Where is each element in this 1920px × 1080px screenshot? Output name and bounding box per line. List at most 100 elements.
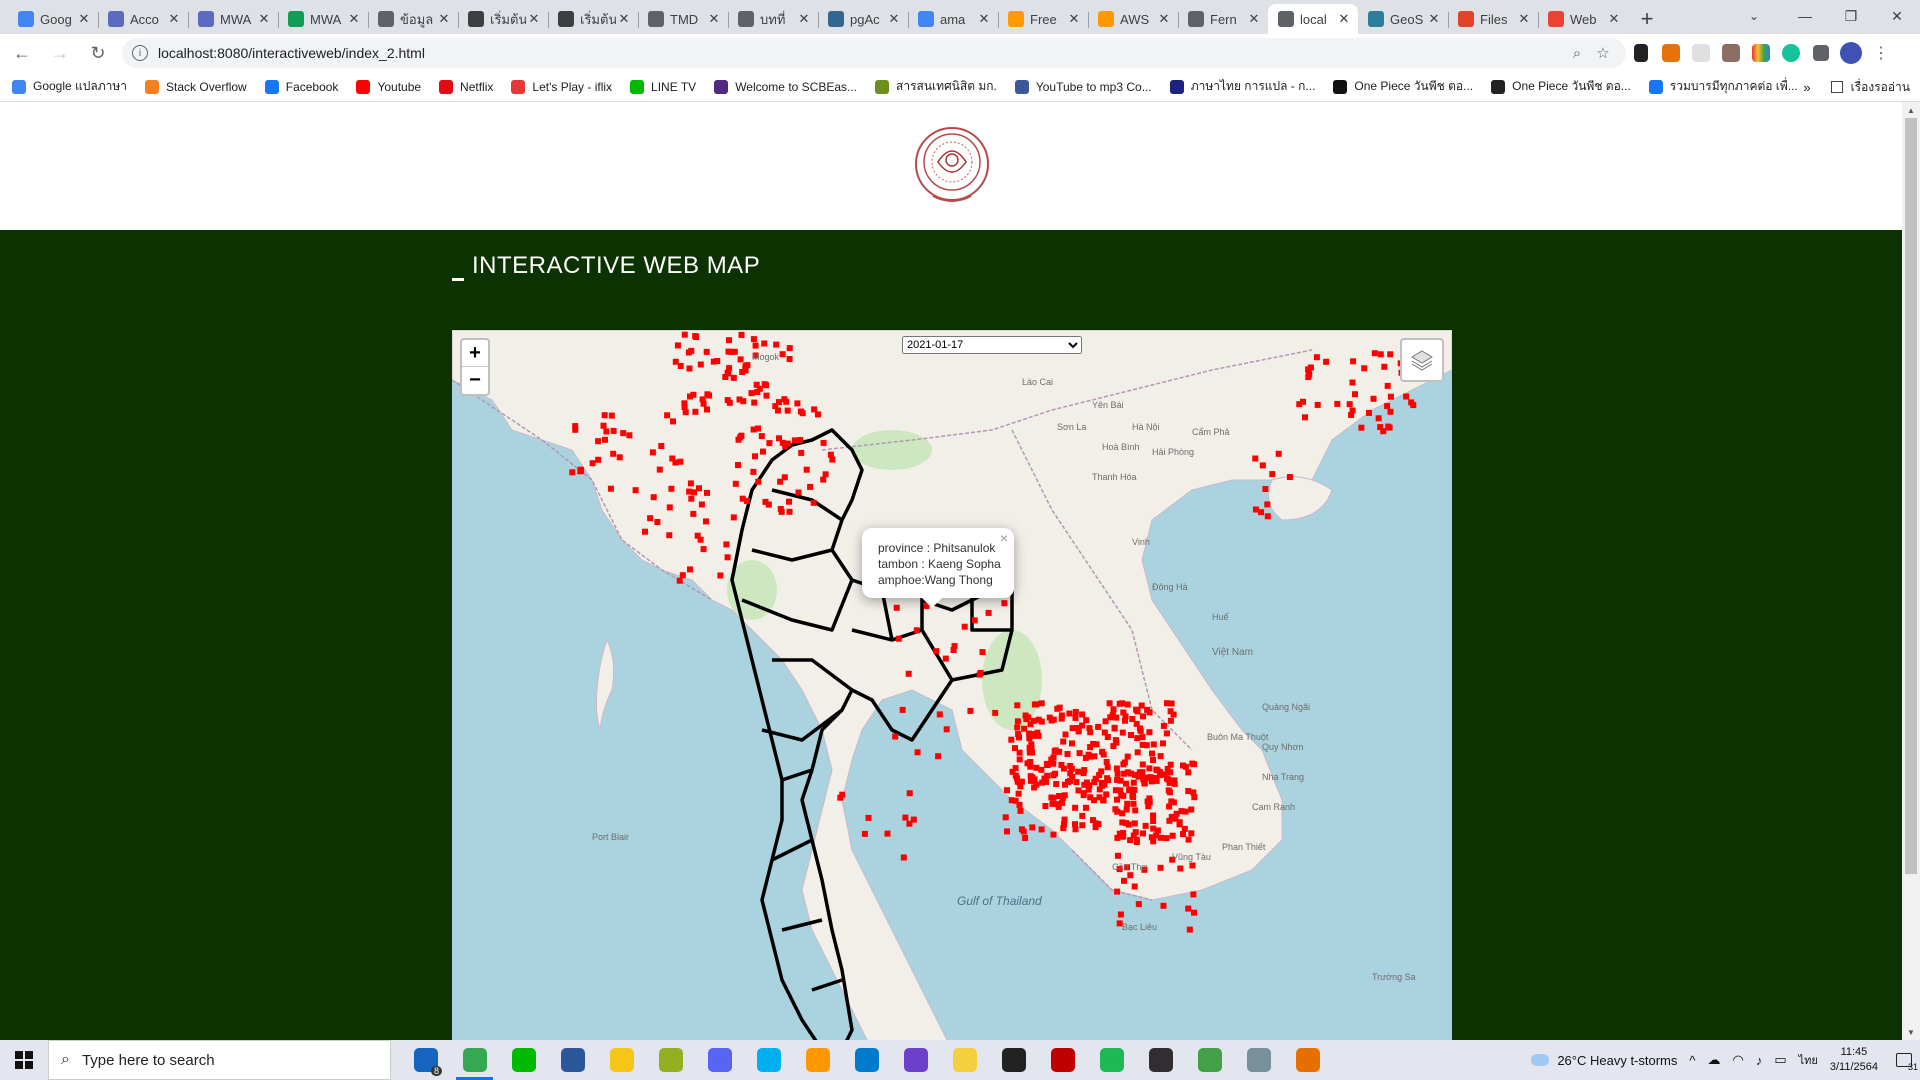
hotspot-marker[interactable] [601, 412, 608, 419]
hotspot-marker[interactable] [1079, 812, 1086, 819]
hotspot-marker[interactable] [1111, 725, 1118, 732]
hotspot-marker[interactable] [740, 398, 747, 405]
hotspot-marker[interactable] [670, 418, 676, 425]
hotspot-marker[interactable] [1135, 901, 1142, 908]
close-tab-icon[interactable]: ✕ [166, 11, 182, 27]
hotspot-marker[interactable] [608, 412, 615, 419]
hotspot-marker[interactable] [1361, 365, 1368, 372]
bookmark-item[interactable]: สารสนเทศนิสิต มก. [875, 77, 997, 96]
hotspot-marker[interactable] [902, 814, 909, 821]
hotspot-marker[interactable] [1190, 891, 1197, 898]
hotspot-marker[interactable] [1113, 739, 1120, 746]
hotspot-marker[interactable] [906, 820, 913, 827]
bookmark-star-icon[interactable]: ☆ [1590, 44, 1616, 62]
bookmark-item[interactable]: ภาษาไทย การแปล - ก... [1169, 77, 1315, 96]
hotspot-marker[interactable] [1167, 717, 1174, 724]
hotspot-marker[interactable] [1137, 727, 1144, 734]
close-tab-icon[interactable]: ✕ [1336, 11, 1352, 27]
hotspot-marker[interactable] [1104, 764, 1111, 771]
hotspot-marker[interactable] [1185, 905, 1192, 912]
hotspot-marker[interactable] [626, 432, 633, 439]
bookmark-item[interactable]: YouTube to mp3 Co... [1014, 79, 1152, 94]
close-tab-icon[interactable]: ✕ [1246, 11, 1262, 27]
hotspot-marker[interactable] [1114, 796, 1120, 803]
hotspot-marker[interactable] [610, 450, 617, 457]
hotspot-marker[interactable] [717, 572, 724, 579]
hotspot-marker[interactable] [1169, 832, 1176, 839]
hotspot-marker[interactable] [1080, 792, 1087, 799]
browser-tab[interactable]: เริ่มต้น ✕ [548, 4, 638, 34]
hotspot-marker[interactable] [1161, 771, 1168, 778]
hotspot-marker[interactable] [1165, 776, 1172, 783]
hotspot-marker[interactable] [694, 532, 701, 539]
page-scrollbar[interactable]: ▲ ▼ [1902, 102, 1920, 1040]
hotspot-marker[interactable] [656, 466, 663, 473]
hotspot-marker[interactable] [1002, 814, 1009, 821]
hotspot-marker[interactable] [1182, 808, 1189, 815]
close-tab-icon[interactable]: ✕ [1516, 11, 1532, 27]
close-tab-icon[interactable]: ✕ [706, 11, 722, 27]
url-text[interactable]: localhost:8080/interactiveweb/index_2.ht… [158, 45, 1564, 61]
bookmark-item[interactable]: Let's Play - iflix [511, 79, 612, 94]
bookmark-item[interactable]: Stack Overflow [145, 79, 247, 94]
hotspot-marker[interactable] [1130, 779, 1137, 786]
hotspot-marker[interactable] [1080, 770, 1087, 777]
hotspot-marker[interactable] [610, 427, 617, 434]
hotspot-marker[interactable] [1016, 801, 1023, 808]
chrome-app-icon[interactable] [450, 1040, 499, 1080]
browser-tab[interactable]: GeoS ✕ [1358, 4, 1448, 34]
hotspot-marker[interactable] [807, 483, 814, 490]
hotspot-marker[interactable] [595, 456, 602, 463]
hotspot-marker[interactable] [1090, 741, 1097, 747]
browser-tab[interactable]: Fern ✕ [1178, 4, 1268, 34]
hotspot-marker[interactable] [1166, 789, 1173, 796]
hotspot-marker[interactable] [1001, 600, 1008, 607]
hotspot-marker[interactable] [1410, 402, 1417, 409]
hotspot-marker[interactable] [1038, 700, 1045, 707]
notepad-app-icon[interactable] [1234, 1040, 1283, 1080]
hotspot-marker[interactable] [1061, 792, 1068, 799]
hotspot-marker[interactable] [1064, 751, 1071, 757]
hotspot-marker[interactable] [616, 454, 623, 461]
close-tab-icon[interactable]: ✕ [526, 11, 542, 27]
hotspot-marker[interactable] [1134, 749, 1141, 756]
hotspot-marker[interactable] [1020, 828, 1027, 835]
hotspot-marker[interactable] [776, 435, 782, 442]
hotspot-marker[interactable] [677, 458, 684, 465]
language-indicator[interactable]: ไทย [1799, 1051, 1818, 1069]
hotspot-marker[interactable] [1104, 775, 1111, 782]
hotspot-marker[interactable] [1096, 786, 1103, 793]
hotspot-marker[interactable] [704, 406, 710, 413]
browser-tab[interactable]: local ✕ [1268, 4, 1358, 34]
hotspot-marker[interactable] [726, 365, 733, 372]
forward-arrow-icon[interactable]: → [44, 37, 76, 69]
hotspot-marker[interactable] [1150, 741, 1157, 748]
sublime-app-icon[interactable] [793, 1040, 842, 1080]
close-tab-icon[interactable]: ✕ [616, 11, 632, 27]
browser-tab[interactable]: MWA ✕ [278, 4, 368, 34]
hotspot-marker[interactable] [1041, 775, 1048, 782]
hotspot-marker[interactable] [698, 501, 705, 508]
clock[interactable]: 11:45 3/11/2564 [1830, 1045, 1878, 1075]
zoom-out-button[interactable]: − [462, 367, 488, 394]
scroll-up-arrow-icon[interactable]: ▲ [1902, 102, 1920, 118]
hotspot-marker[interactable] [1117, 777, 1124, 784]
hotspot-marker[interactable] [1095, 821, 1102, 828]
popup-close-button[interactable]: × [1000, 530, 1008, 546]
hotspot-marker[interactable] [1100, 797, 1107, 804]
hotspot-marker[interactable] [1166, 817, 1173, 824]
hotspot-marker[interactable] [1168, 700, 1175, 707]
spotify-app-icon[interactable] [1087, 1040, 1136, 1080]
reading-list-icon[interactable] [1830, 81, 1843, 93]
hotspot-marker[interactable] [1123, 780, 1129, 787]
tray-onedrive-icon[interactable]: ☁ [1708, 1052, 1721, 1068]
scrollbar-thumb[interactable] [1905, 118, 1917, 874]
extensions-puzzle-icon[interactable] [1806, 38, 1836, 68]
hotspot-marker[interactable] [942, 655, 949, 662]
bookmark-item[interactable]: One Piece วันพีช ตอ... [1491, 77, 1631, 96]
hotspot-marker[interactable] [979, 649, 986, 656]
hotspot-marker[interactable] [1366, 409, 1372, 416]
hotspot-marker[interactable] [668, 485, 675, 492]
hotspot-marker[interactable] [1176, 819, 1183, 826]
hotspot-marker[interactable] [1124, 701, 1131, 708]
